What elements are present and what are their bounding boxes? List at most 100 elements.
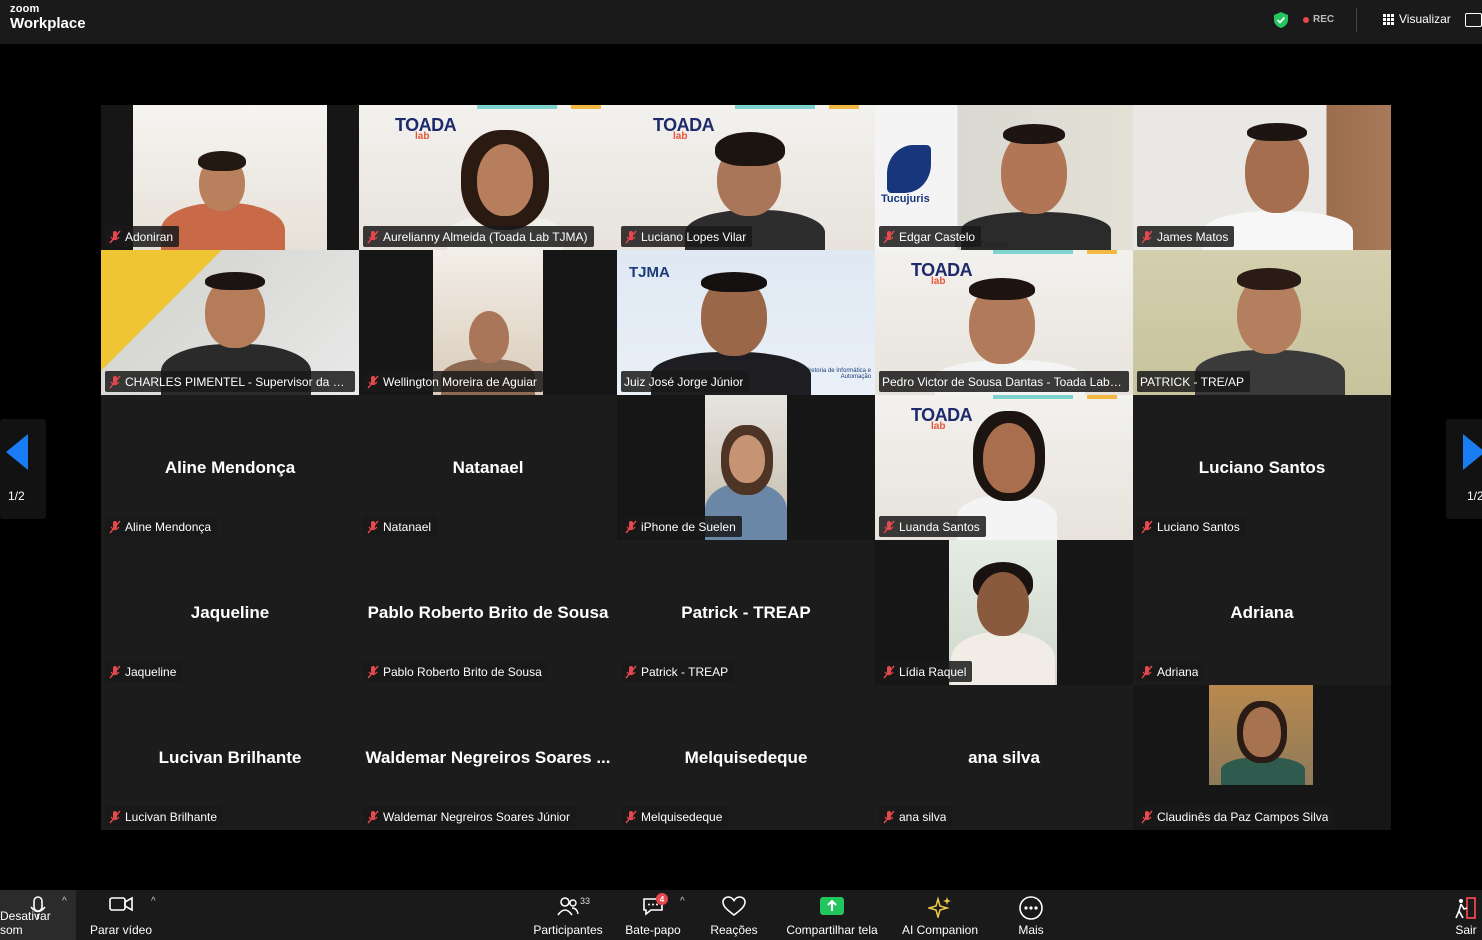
stop-video-button[interactable]: Parar vídeo bbox=[88, 890, 154, 940]
tucujuris-logo: Tucujuris bbox=[881, 145, 953, 205]
participant-tile[interactable]: TJMA Diretoria de Informática e Automaçã… bbox=[617, 250, 875, 395]
participant-name-label: Patrick - TREAP bbox=[621, 661, 735, 682]
participant-tile[interactable]: iPhone de Suelen bbox=[617, 395, 875, 540]
participant-display-name: Pablo Roberto Brito de Sousa bbox=[367, 602, 609, 622]
grid-icon bbox=[1383, 13, 1394, 25]
participant-display-name: Adriana bbox=[1230, 602, 1294, 622]
mic-muted-icon bbox=[109, 520, 121, 533]
gallery-view: Adoniran TOADA lab Aurelianny Almeida (To… bbox=[101, 105, 1391, 830]
participant-tile[interactable]: CHARLES PIMENTEL - Supervisor da Cent... bbox=[101, 250, 359, 395]
mic-muted-icon bbox=[367, 665, 379, 678]
participant-tile[interactable]: Patrick - TREAP Patrick - TREAP bbox=[617, 540, 875, 685]
ai-companion-button[interactable]: AI Companion bbox=[896, 890, 984, 940]
chat-label: Bate-papo bbox=[625, 923, 681, 937]
mic-muted-icon bbox=[1141, 665, 1153, 678]
participant-tile[interactable]: TOADA lab Luanda Santos bbox=[875, 395, 1133, 540]
ai-label: AI Companion bbox=[901, 923, 979, 937]
participant-display-name: Patrick - TREAP bbox=[681, 602, 811, 622]
page-indicator-right: 1/2 bbox=[1467, 489, 1482, 503]
participant-name-label: Claudinês da Paz Campos Silva bbox=[1137, 806, 1335, 827]
participant-name-label: CHARLES PIMENTEL - Supervisor da Cent... bbox=[105, 371, 355, 392]
participant-name-label: Aline Mendonça bbox=[105, 516, 218, 537]
share-label: Compartilhar tela bbox=[786, 923, 878, 937]
view-button[interactable]: Visualizar bbox=[1383, 12, 1451, 26]
more-button[interactable]: Mais bbox=[1010, 890, 1052, 940]
participants-count: 33 bbox=[580, 896, 591, 906]
reactions-button[interactable]: Reações bbox=[706, 890, 762, 940]
participant-tile[interactable]: TOADA lab Luciano Lopes Vilar bbox=[617, 105, 875, 250]
participant-tile[interactable]: TOADA lab Aurelianny Almeida (Toada Lab T… bbox=[359, 105, 617, 250]
participant-display-name: Jaqueline bbox=[190, 602, 270, 622]
participant-name-label: Waldemar Negreiros Soares Júnior bbox=[363, 806, 576, 827]
participant-display-name: Waldemar Negreiros Soares ... bbox=[365, 747, 611, 767]
participant-tile[interactable]: Natanael Natanael bbox=[359, 395, 617, 540]
next-page-button[interactable]: 1/2 bbox=[1446, 419, 1482, 519]
participant-name-label: Pablo Roberto Brito de Sousa bbox=[363, 661, 548, 682]
participant-display-name: Natanael bbox=[452, 457, 524, 477]
participant-name-label: Juiz José Jorge Júnior bbox=[621, 371, 750, 392]
participant-tile[interactable]: Waldemar Negreiros Soares ... Waldemar N… bbox=[359, 685, 617, 830]
page-indicator-left: 1/2 bbox=[8, 489, 25, 503]
participant-name-label: Edgar Castelo bbox=[879, 226, 982, 247]
participant-name-label: Lucivan Brilhante bbox=[105, 806, 224, 827]
participant-name-label: Aurelianny Almeida (Toada Lab TJMA) bbox=[363, 226, 594, 247]
chevron-up-icon[interactable]: ^ bbox=[151, 896, 156, 907]
participant-tile[interactable]: Lucivan Brilhante Lucivan Brilhante bbox=[101, 685, 359, 830]
mic-muted-icon bbox=[625, 810, 637, 823]
brand-bottom: Workplace bbox=[10, 15, 86, 32]
share-screen-icon bbox=[820, 897, 844, 915]
participant-tile[interactable]: Pablo Roberto Brito de Sousa Pablo Rober… bbox=[359, 540, 617, 685]
microphone-icon bbox=[30, 896, 46, 919]
chevron-up-icon[interactable]: ^ bbox=[62, 896, 67, 907]
participant-name-label: Pedro Victor de Sousa Dantas - Toada Lab… bbox=[879, 371, 1129, 392]
participant-tile[interactable]: Claudinês da Paz Campos Silva bbox=[1133, 685, 1391, 830]
participant-name-label: ana silva bbox=[879, 806, 953, 827]
participant-tile[interactable]: Adriana Adriana bbox=[1133, 540, 1391, 685]
participant-name-label: PATRICK - TRE/AP bbox=[1137, 371, 1251, 392]
participant-tile[interactable]: Luciano Santos Luciano Santos bbox=[1133, 395, 1391, 540]
mic-muted-icon bbox=[367, 520, 379, 533]
participant-tile[interactable]: Jaqueline Jaqueline bbox=[101, 540, 359, 685]
participant-tile[interactable]: Lídia Raquel bbox=[875, 540, 1133, 685]
toada-lab-logo: TOADA lab bbox=[395, 115, 457, 142]
previous-page-button[interactable]: 1/2 bbox=[0, 419, 46, 519]
participants-button[interactable]: Participantes bbox=[532, 890, 604, 940]
rec-label: REC bbox=[1313, 14, 1335, 25]
mic-muted-icon bbox=[367, 230, 379, 243]
sparkle-icon bbox=[928, 896, 951, 918]
shield-check-icon[interactable] bbox=[1274, 12, 1288, 28]
participant-tile[interactable]: ana silva ana silva bbox=[875, 685, 1133, 830]
mic-muted-icon bbox=[883, 810, 895, 823]
participant-tile-active-speaker[interactable]: TOADA lab Pedro Victor de Sousa Dantas - … bbox=[875, 250, 1133, 395]
chat-button[interactable]: Bate-papo bbox=[622, 890, 684, 940]
mic-muted-icon bbox=[625, 665, 637, 678]
participant-tile[interactable]: Melquisedeque Melquisedeque bbox=[617, 685, 875, 830]
participant-tile[interactable]: James Matos bbox=[1133, 105, 1391, 250]
participant-display-name: Aline Mendonça bbox=[164, 457, 296, 477]
recording-indicator[interactable]: REC bbox=[1303, 14, 1334, 25]
participant-tile[interactable]: Tucujuris Edgar Castelo Edgar Castelo bbox=[875, 105, 1133, 250]
share-screen-button[interactable]: Compartilhar tela bbox=[782, 890, 882, 940]
brand-top: zoom bbox=[10, 3, 40, 15]
top-bar: zoom Workplace REC Visualizar bbox=[0, 0, 1482, 44]
mic-muted-icon bbox=[625, 520, 637, 533]
leave-label: Sair bbox=[1455, 923, 1477, 937]
chevron-up-icon[interactable]: ^ bbox=[680, 896, 685, 907]
mic-muted-icon bbox=[109, 230, 121, 243]
leave-button[interactable]: Sair bbox=[1450, 890, 1482, 940]
participants-icon bbox=[557, 897, 579, 916]
view-label: Visualizar bbox=[1399, 12, 1451, 26]
mic-muted-icon bbox=[1141, 520, 1153, 533]
screen-icon[interactable] bbox=[1465, 13, 1482, 27]
participant-name-label: Lídia Raquel bbox=[879, 661, 973, 682]
participant-name-label: Luanda Santos bbox=[879, 516, 986, 537]
participant-display-name: ana silva bbox=[968, 747, 1040, 767]
participant-tile[interactable]: Adoniran bbox=[101, 105, 359, 250]
mic-muted-icon bbox=[367, 810, 379, 823]
participant-tile[interactable]: Wellington Moreira de Aguiar bbox=[359, 250, 617, 395]
toada-lab-logo: TOADA lab bbox=[911, 260, 973, 287]
participant-tile[interactable]: Aline Mendonça Aline Mendonça bbox=[101, 395, 359, 540]
divider bbox=[1356, 8, 1357, 32]
participant-tile[interactable]: PATRICK - TRE/AP bbox=[1133, 250, 1391, 395]
participant-name-label: Adoniran bbox=[105, 226, 180, 247]
